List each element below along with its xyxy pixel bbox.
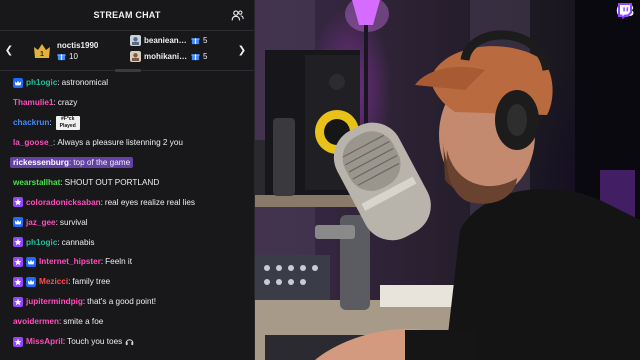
chat-message-text: real eyes realize real lies xyxy=(104,197,196,207)
chat-message: coloradonicksaban: real eyes realize real… xyxy=(0,192,254,212)
leaderboard-prev-arrow-icon[interactable]: ❮ xyxy=(0,45,18,56)
leaderboard-first-score: 10 xyxy=(57,52,98,61)
star-badge-icon[interactable] xyxy=(13,256,23,267)
chat-separator: : xyxy=(60,177,63,187)
chat-header: STREAM CHAT xyxy=(0,0,254,31)
headphones-emote-icon[interactable] xyxy=(125,337,134,346)
chat-username[interactable]: coloradonicksaban xyxy=(26,198,101,207)
subscriber-badge-icon[interactable] xyxy=(26,256,36,267)
chat-message: MissApril: Touch you toes xyxy=(0,332,254,352)
chat-message-text: Touch you toes xyxy=(67,337,123,347)
subscriber-badge-icon[interactable] xyxy=(13,217,23,228)
chat-message: ph1ogic: astronomical xyxy=(0,73,254,93)
chat-message-text: astronomical xyxy=(61,78,109,88)
chat-separator: : xyxy=(53,98,56,108)
chat-title: STREAM CHAT xyxy=(93,10,161,20)
chat-message: la_goose_: Always a pleasure listenning 2… xyxy=(0,133,254,153)
chat-separator: : xyxy=(100,197,103,207)
leaderboard-entry[interactable]: beaniean… 5 xyxy=(130,35,207,46)
chat-separator: : xyxy=(82,297,86,307)
star-badge-icon[interactable] xyxy=(13,276,23,287)
gift-icon xyxy=(191,54,200,61)
viewer-count-badge: 63 xyxy=(616,2,634,22)
gift-icon xyxy=(57,53,66,60)
chat-message-text: Feeln it xyxy=(105,257,133,267)
chat-message: Mezicci: family tree xyxy=(0,272,254,292)
chat-message: avoidermen: smite a foe xyxy=(0,312,254,332)
star-badge-icon[interactable] xyxy=(13,197,23,208)
chat-message: chackrun: #F*ck Played xyxy=(0,113,254,133)
star-badge-icon[interactable] xyxy=(13,237,23,248)
chat-username[interactable]: ph1ogic xyxy=(26,78,57,87)
leaderboard-first-place[interactable]: 1 noctis1990 10 xyxy=(32,41,98,61)
chat-username[interactable]: rickessenburg xyxy=(13,158,69,167)
chat-panel: STREAM CHAT ❮ 1 noctis1990 10 beaniean… … xyxy=(0,0,255,360)
chat-separator: : xyxy=(58,317,62,327)
chat-message-text: top of the game xyxy=(73,158,131,167)
chat-message-text: that's a good point! xyxy=(87,297,157,307)
gift-icon xyxy=(191,38,200,45)
chat-separator: : xyxy=(68,158,72,167)
twitch-logo-icon xyxy=(618,3,633,20)
chat-username[interactable]: Mezicci xyxy=(39,277,68,286)
chat-username[interactable]: avoidermen xyxy=(13,317,59,326)
star-badge-icon[interactable] xyxy=(13,336,23,347)
chat-username[interactable]: Internet_hipster xyxy=(39,257,101,266)
chat-separator: : xyxy=(57,237,60,247)
chat-message-text: Always a pleasure listenning 2 you xyxy=(57,138,183,148)
avatar xyxy=(130,35,141,46)
leaderboard-next-arrow-icon[interactable]: ❯ xyxy=(233,45,251,56)
gift-leaderboard: ❮ 1 noctis1990 10 beaniean… 5 mohikani… … xyxy=(0,31,254,72)
chat-separator: : xyxy=(100,257,104,267)
chat-message: jaz_gee: survival xyxy=(0,212,254,232)
chat-emote[interactable]: #F*ck Played xyxy=(55,115,80,130)
chat-message-text: survival xyxy=(59,217,88,227)
chat-separator: : xyxy=(53,138,56,148)
leaderboard-entry[interactable]: mohikani… 5 xyxy=(130,51,207,62)
star-badge-icon[interactable] xyxy=(13,296,23,307)
subscriber-badge-icon[interactable] xyxy=(26,276,36,287)
chat-username[interactable]: MissApril xyxy=(26,337,63,346)
leaderboard-first-name: noctis1990 xyxy=(57,40,99,50)
chat-message: ph1ogic: cannabis xyxy=(0,232,254,252)
avatar xyxy=(130,51,141,62)
chat-username[interactable]: wearstallhat xyxy=(13,178,60,187)
chat-separator: : xyxy=(49,118,52,128)
highlighted-message: rickessenburg: top of the game xyxy=(10,157,134,168)
first-place-crown-icon: 1 xyxy=(34,43,50,58)
chat-username[interactable]: ph1ogic xyxy=(26,238,57,247)
chat-username[interactable]: jupitermindpig xyxy=(26,297,83,306)
chat-message-text: smite a foe xyxy=(63,317,104,327)
chat-separator: : xyxy=(68,277,71,287)
leaderboard-others: beaniean… 5 mohikani… 5 xyxy=(130,35,207,62)
chat-message: Thamulie1: crazy xyxy=(0,93,254,113)
chat-username[interactable]: jaz_gee xyxy=(26,218,56,227)
chat-message-text: family tree xyxy=(72,277,111,287)
chat-message-text: cannabis xyxy=(61,237,95,247)
chat-message: rickessenburg: top of the game xyxy=(0,153,254,173)
chat-message-text: crazy xyxy=(57,98,78,108)
chat-message-text: SHOUT OUT PORTLAND xyxy=(64,177,160,187)
chat-username[interactable]: Thamulie1 xyxy=(13,98,54,107)
chat-separator: : xyxy=(62,337,66,347)
streamer-scene xyxy=(255,0,640,360)
svg-text:1: 1 xyxy=(40,51,44,58)
chat-username[interactable]: la_goose_ xyxy=(13,138,53,147)
chat-separator: : xyxy=(57,78,60,88)
chat-separator: : xyxy=(55,217,58,227)
chat-message: jupitermindpig: that's a good point! xyxy=(0,292,254,312)
chat-message-list[interactable]: ph1ogic: astronomical Thamulie1: crazy chack… xyxy=(0,73,254,352)
chat-message: Internet_hipster: Feeln it xyxy=(0,252,254,272)
community-users-icon[interactable] xyxy=(231,9,244,22)
leaderboard-drag-handle[interactable] xyxy=(115,69,141,72)
subscriber-badge-icon[interactable] xyxy=(13,77,23,88)
chat-message: wearstallhat: SHOUT OUT PORTLAND xyxy=(0,172,254,192)
chat-username[interactable]: chackrun xyxy=(13,118,49,127)
stream-video[interactable]: 63 xyxy=(255,0,640,360)
